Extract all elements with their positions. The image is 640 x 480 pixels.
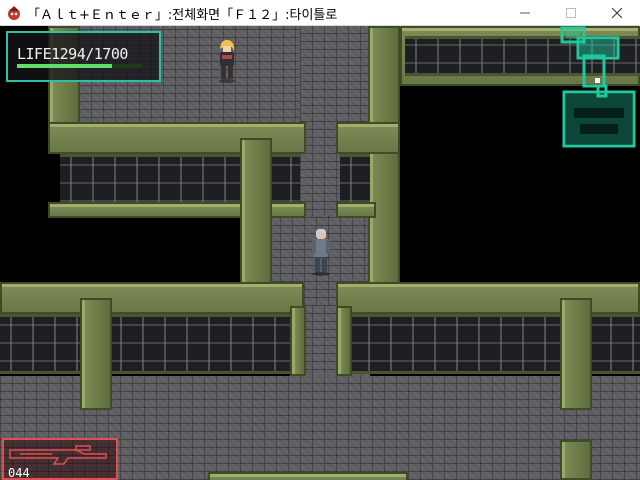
minimize-icon (520, 12, 530, 14)
gun-icon (9, 445, 107, 465)
game-window: 「Ａｌｔ+Ｅｎｔｅｒ」:전체화면「Ｆ１２」:타이틀로 LIFE1294/1700… (0, 0, 640, 480)
ledge-right-center (336, 122, 400, 154)
pipe-panel-lower-left (0, 314, 304, 374)
ammo-counter: 044 (8, 466, 30, 480)
pillar-center-right (368, 26, 400, 288)
maximize-icon (566, 8, 576, 18)
pillar-bottom-right (560, 440, 592, 480)
pillar-lower-right (560, 298, 592, 410)
void-left (0, 216, 240, 284)
player-character (310, 228, 332, 276)
ledge-bottom-center (208, 472, 408, 480)
ledge-mid-right (336, 282, 640, 314)
minimize-button[interactable] (502, 0, 548, 26)
pillar-lower-corridor-left (290, 306, 306, 376)
game-viewport[interactable]: LIFE1294/1700 044 (0, 26, 640, 480)
window-title: 「Ａｌｔ+Ｅｎｔｅｒ」:전체화면「Ｆ１２」:타이틀로 (27, 8, 338, 23)
maximize-button[interactable] (548, 0, 594, 26)
life-bar (17, 64, 142, 68)
life-bar-fill (17, 64, 113, 68)
close-button[interactable] (594, 0, 640, 26)
life-label: LIFE1294/1700 (17, 45, 128, 63)
minimap (558, 26, 638, 150)
npc-blonde-character (216, 39, 238, 83)
life-panel: LIFE1294/1700 (6, 31, 161, 82)
title-bar[interactable]: 「Ａｌｔ+Ｅｎｔｅｒ」:전체화면「Ｆ１２」:타이틀로 (0, 0, 640, 26)
close-icon (612, 8, 622, 18)
weapon-panel: 044 (2, 438, 118, 480)
ledge-mid-left (0, 282, 304, 314)
ledge-right-center-base (336, 202, 376, 218)
pillar-lower-left (80, 298, 112, 410)
rpg-app-icon (6, 5, 22, 21)
pillar-center-left (240, 138, 272, 288)
pipe-panel-lower-right (336, 314, 640, 374)
pillar-lower-corridor-right (336, 306, 352, 376)
